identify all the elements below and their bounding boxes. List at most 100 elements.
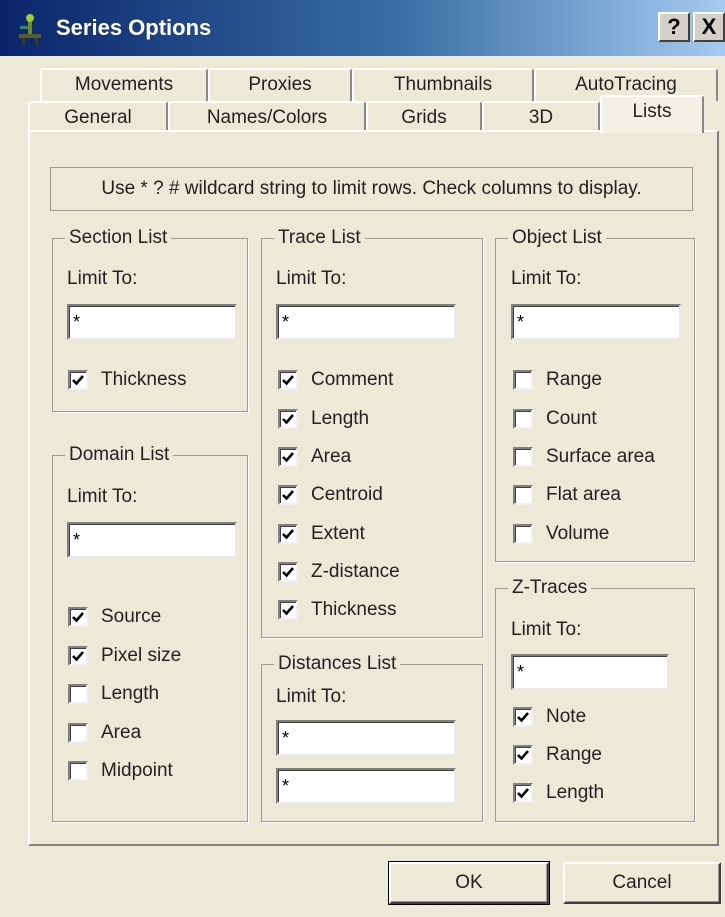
check-mark-icon bbox=[517, 750, 529, 761]
checkbox-label: Area bbox=[101, 722, 142, 743]
checkbox-box[interactable] bbox=[513, 745, 533, 765]
checkbox-label: Volume bbox=[546, 523, 610, 544]
domain-list-source-checkbox[interactable]: Source bbox=[68, 604, 161, 630]
z-traces-range-checkbox[interactable]: Range bbox=[513, 742, 602, 768]
trace-list-z-distance-checkbox[interactable]: Z-distance bbox=[278, 559, 400, 585]
checkbox-label: Thickness bbox=[311, 599, 397, 620]
ok-button[interactable]: OK bbox=[388, 861, 550, 905]
trace-list-thickness-checkbox[interactable]: Thickness bbox=[278, 597, 397, 623]
check-mark-icon bbox=[517, 788, 529, 799]
domain-list-area-checkbox[interactable]: Area bbox=[68, 720, 141, 746]
checkbox-label: Source bbox=[101, 606, 162, 627]
checkbox-box[interactable] bbox=[278, 485, 298, 505]
object-list-range-checkbox[interactable]: Range bbox=[513, 367, 602, 393]
checkbox-label: Range bbox=[546, 369, 602, 390]
checkbox-label: Range bbox=[546, 744, 602, 765]
window-title: Series Options bbox=[56, 15, 212, 40]
checkbox-label: Note bbox=[546, 706, 587, 727]
checkbox-box[interactable] bbox=[513, 370, 533, 390]
checkbox-box[interactable] bbox=[513, 783, 533, 803]
check-mark-icon bbox=[72, 375, 84, 386]
app-icon bbox=[16, 12, 46, 46]
object-list-volume-checkbox[interactable]: Volume bbox=[513, 521, 609, 547]
trace-list-extent-checkbox[interactable]: Extent bbox=[278, 521, 365, 547]
object-list-count-checkbox[interactable]: Count bbox=[513, 406, 597, 432]
domain-list-pixel-size-checkbox[interactable]: Pixel size bbox=[68, 643, 181, 669]
trace-list-centroid-checkbox[interactable]: Centroid bbox=[278, 482, 383, 508]
tab-proxies[interactable]: Proxies bbox=[208, 68, 352, 101]
z-traces-title: Z-Traces bbox=[508, 576, 592, 600]
checkbox-label: Surface area bbox=[546, 446, 655, 467]
z-traces-length-checkbox[interactable]: Length bbox=[513, 780, 604, 806]
trace-list-area-checkbox[interactable]: Area bbox=[278, 444, 351, 470]
distances-list-limit-label: Limit To: bbox=[276, 686, 347, 707]
object-list-limit-input[interactable] bbox=[511, 304, 681, 340]
checkbox-box[interactable] bbox=[68, 761, 88, 781]
checkbox-label: Area bbox=[311, 446, 352, 467]
tab-thumbnails[interactable]: Thumbnails bbox=[352, 68, 534, 101]
object-list-flat-area-checkbox[interactable]: Flat area bbox=[513, 482, 621, 508]
trace-list-title: Trace List bbox=[274, 226, 365, 250]
section-list-limit-input[interactable] bbox=[67, 304, 237, 340]
cancel-button[interactable]: Cancel bbox=[563, 862, 721, 904]
info-text: Use * ? # wildcard string to limit rows.… bbox=[50, 167, 693, 211]
tab-lists[interactable]: Lists bbox=[600, 95, 704, 133]
z-traces-limit-label: Limit To: bbox=[511, 619, 582, 640]
section-list-limit-label: Limit To: bbox=[67, 268, 138, 289]
checkbox-label: Comment bbox=[311, 369, 394, 390]
checkbox-label: Length bbox=[101, 683, 160, 704]
checkbox-box[interactable] bbox=[68, 607, 88, 627]
checkbox-label: Centroid bbox=[311, 484, 383, 505]
checkbox-label: Z-distance bbox=[311, 561, 400, 582]
checkbox-label: Length bbox=[546, 782, 605, 803]
trace-list-length-checkbox[interactable]: Length bbox=[278, 406, 369, 432]
distances-list-limit-input-2[interactable] bbox=[276, 768, 456, 804]
checkbox-box[interactable] bbox=[513, 409, 533, 429]
check-mark-icon bbox=[282, 452, 294, 463]
tab-movements[interactable]: Movements bbox=[40, 68, 208, 101]
distances-list-title: Distances List bbox=[274, 652, 401, 676]
object-list-limit-label: Limit To: bbox=[511, 268, 582, 289]
check-mark-icon bbox=[282, 567, 294, 578]
checkbox-box[interactable] bbox=[278, 562, 298, 582]
domain-list-limit-input[interactable] bbox=[67, 522, 237, 558]
checkbox-box[interactable] bbox=[68, 723, 88, 743]
checkbox-box[interactable] bbox=[68, 370, 88, 390]
domain-list-limit-label: Limit To: bbox=[67, 486, 138, 507]
trace-list-limit-input[interactable] bbox=[276, 304, 456, 340]
checkbox-box[interactable] bbox=[68, 646, 88, 666]
checkbox-label: Midpoint bbox=[101, 760, 173, 781]
check-mark-icon bbox=[517, 712, 529, 723]
checkbox-label: Count bbox=[546, 408, 597, 429]
checkbox-box[interactable] bbox=[513, 485, 533, 505]
domain-list-title: Domain List bbox=[65, 443, 174, 467]
checkbox-box[interactable] bbox=[513, 447, 533, 467]
domain-list-midpoint-checkbox[interactable]: Midpoint bbox=[68, 758, 173, 784]
checkbox-box[interactable] bbox=[68, 684, 88, 704]
trace-list-limit-label: Limit To: bbox=[276, 268, 347, 289]
object-list-surface-area-checkbox[interactable]: Surface area bbox=[513, 444, 655, 470]
distances-list-limit-input-1[interactable] bbox=[276, 720, 456, 756]
object-list-title: Object List bbox=[508, 226, 606, 250]
checkbox-box[interactable] bbox=[513, 707, 533, 727]
checkbox-box[interactable] bbox=[513, 524, 533, 544]
domain-list-length-checkbox[interactable]: Length bbox=[68, 681, 159, 707]
trace-list-comment-checkbox[interactable]: Comment bbox=[278, 367, 393, 393]
close-button[interactable]: X bbox=[693, 12, 725, 42]
section-list-title: Section List bbox=[65, 226, 172, 250]
check-mark-icon bbox=[282, 375, 294, 386]
checkbox-label: Thickness bbox=[101, 369, 187, 390]
checkbox-box[interactable] bbox=[278, 409, 298, 429]
checkbox-box[interactable] bbox=[278, 524, 298, 544]
section-list-thickness-checkbox[interactable]: Thickness bbox=[68, 367, 187, 393]
checkbox-box[interactable] bbox=[278, 370, 298, 390]
z-traces-limit-input[interactable] bbox=[511, 654, 669, 690]
checkbox-box[interactable] bbox=[278, 600, 298, 620]
z-traces-note-checkbox[interactable]: Note bbox=[513, 704, 586, 730]
check-mark-icon bbox=[282, 490, 294, 501]
checkbox-box[interactable] bbox=[278, 447, 298, 467]
check-mark-icon bbox=[282, 605, 294, 616]
check-mark-icon bbox=[282, 414, 294, 425]
check-mark-icon bbox=[282, 529, 294, 540]
help-button[interactable]: ? bbox=[658, 12, 690, 42]
